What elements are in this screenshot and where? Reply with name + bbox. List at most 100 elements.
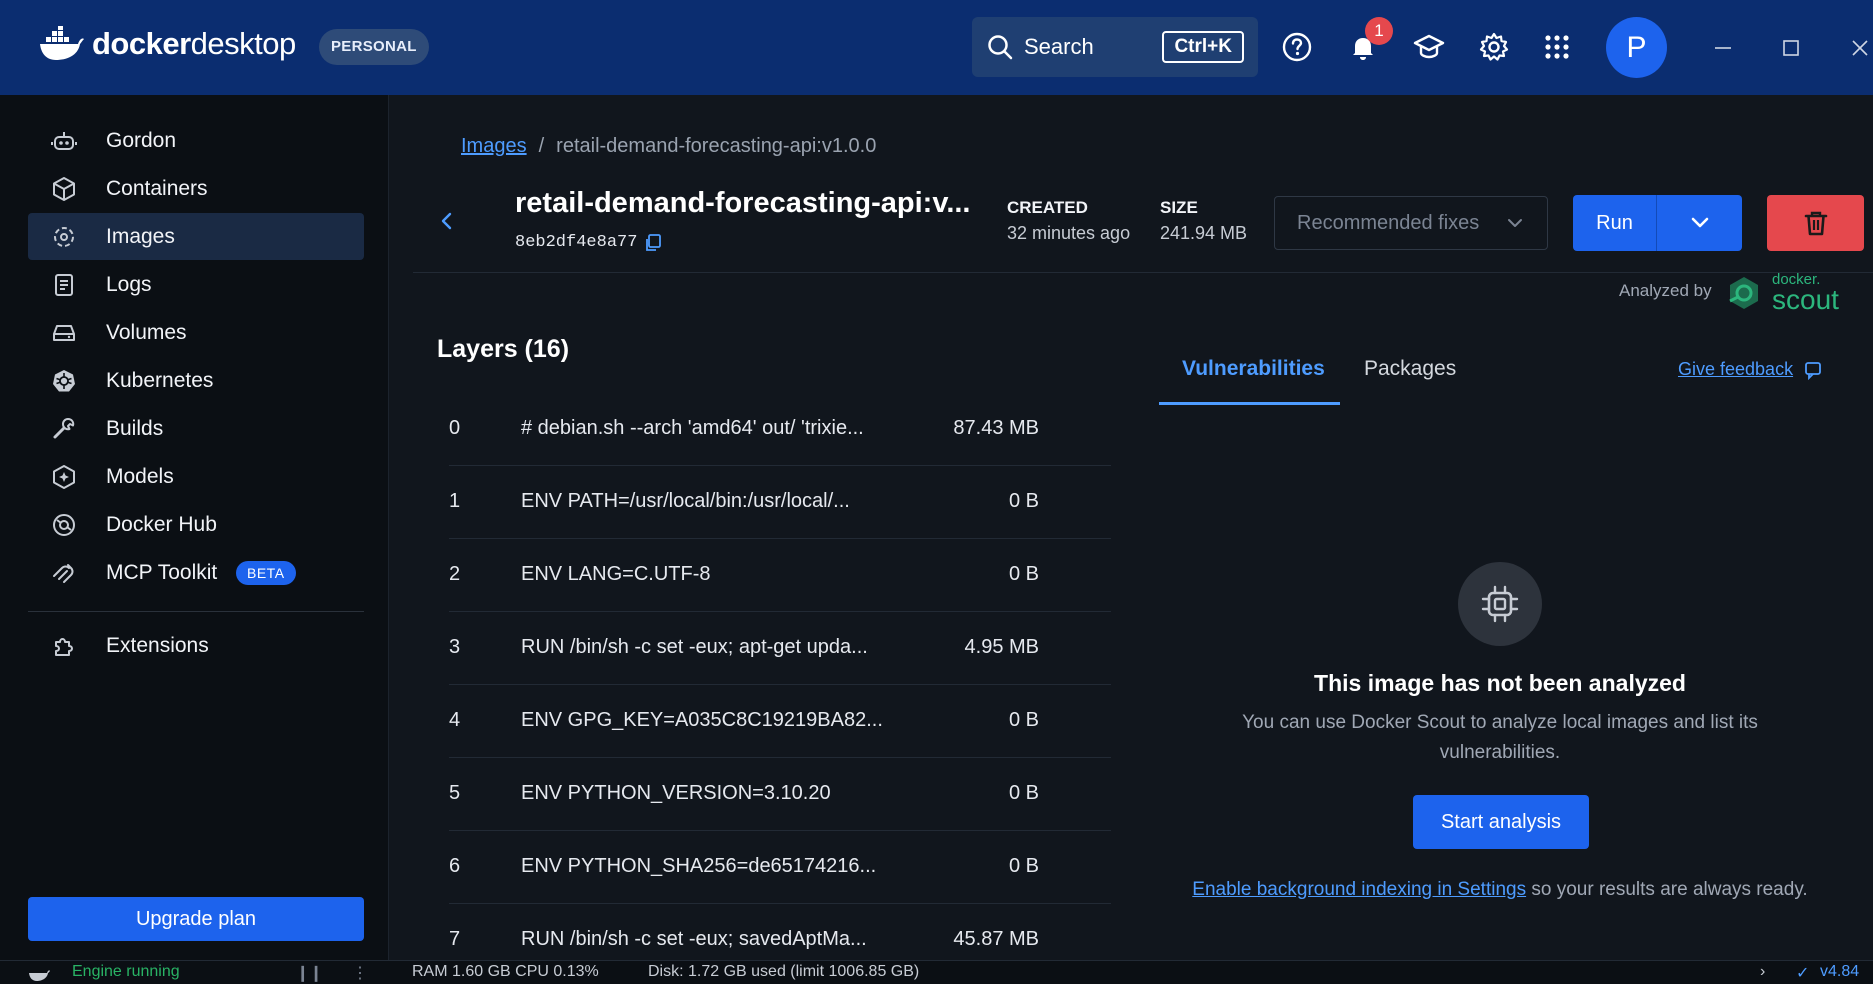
layer-command: ENV LANG=C.UTF-8 [521,563,711,585]
settings-button[interactable] [1475,28,1513,66]
search-icon [988,35,1013,60]
more-options-icon[interactable]: ⋮ [352,963,368,983]
search-bar[interactable]: Search Ctrl+K [972,17,1258,77]
chevron-left-icon[interactable] [433,207,461,235]
layer-index: 3 [449,636,461,658]
layer-size: 0 B [1008,782,1039,804]
layers-title: Layers (16) [437,335,570,363]
layer-command: ENV PATH=/usr/local/bin:/usr/local/... [521,490,850,512]
run-options-button[interactable] [1657,195,1742,251]
chevron-down-icon [1691,217,1708,228]
layer-row[interactable]: 1 ENV PATH=/usr/local/bin:/usr/local/...… [449,466,1111,539]
minimize-icon [1715,47,1731,49]
sidebar-divider [28,611,364,612]
pause-icon[interactable]: ❙❙ [296,963,323,983]
feedback-icon[interactable] [1803,360,1823,380]
edition-badge: PERSONAL [319,29,429,65]
gear-icon [1479,32,1509,61]
layer-size: 0 B [1008,709,1039,731]
close-window-button[interactable] [1840,28,1873,68]
checkmark-icon: ✓ [1796,965,1810,982]
sidebar-item-containers[interactable]: Containers [28,165,364,212]
layer-index: 7 [449,928,461,950]
docker-hub-icon [53,513,75,536]
created-value: 32 minutes ago [1007,223,1131,243]
layer-size: 87.43 MB [953,417,1039,439]
layer-row[interactable]: 3 RUN /bin/sh -c set -eux; apt-get upda.… [449,612,1111,685]
sidebar-item-models[interactable]: Models [28,453,364,500]
engine-status[interactable]: Engine running [72,963,180,981]
image-id: 8eb2df4e8a77 [515,233,638,252]
containers-cube-icon [53,176,75,201]
copy-icon[interactable] [643,233,663,253]
give-feedback-link[interactable]: Give feedback [1678,359,1793,380]
enable-background-indexing-link[interactable]: Enable background indexing in Settings [1192,879,1526,900]
learning-center-button[interactable] [1410,28,1448,66]
sidebar-item-label: Images [106,224,175,248]
notification-count-badge: 1 [1365,17,1393,45]
app-version[interactable]: v4.84 [1820,963,1859,981]
delete-image-button[interactable] [1767,195,1864,251]
layer-row[interactable]: 6 ENV PYTHON_SHA256=de65174216... 0 B [449,831,1111,904]
search-shortcut: Ctrl+K [1162,31,1244,63]
chevron-right-icon[interactable]: › [1760,963,1765,981]
images-icon [54,226,74,247]
user-avatar[interactable]: P [1606,17,1667,78]
sidebar-item-extensions[interactable]: Extensions [28,622,364,669]
breadcrumb-separator: / [538,135,545,157]
breadcrumb-images-link[interactable]: Images [461,135,527,157]
kubernetes-icon [53,369,75,391]
maximize-icon [1783,40,1799,56]
sidebar-item-volumes[interactable]: Volumes [28,309,364,356]
help-button[interactable] [1278,28,1316,66]
image-title: retail-demand-forecasting-api:v... [515,187,971,219]
sidebar-item-builds[interactable]: Builds [28,405,364,452]
apps-button[interactable] [1538,28,1576,66]
sidebar-item-label: Builds [106,416,164,440]
recommended-fixes-dropdown[interactable]: Recommended fixes [1274,196,1548,250]
not-analyzed-icon-wrapper [1458,562,1542,646]
layer-command: ENV PYTHON_SHA256=de65174216... [521,855,877,877]
analyzed-by-label: Analyzed by [1619,281,1712,300]
layer-row[interactable]: 5 ENV PYTHON_VERSION=3.10.20 0 B [449,758,1111,831]
sidebar-item-label: Kubernetes [106,368,214,392]
run-split-button: Run [1573,195,1742,251]
layer-command: RUN /bin/sh -c set -eux; savedAptMa... [521,928,867,950]
tab-vulnerabilities[interactable]: Vulnerabilities [1182,357,1325,381]
size-label: SIZE [1160,198,1198,217]
start-analysis-button[interactable]: Start analysis [1413,795,1589,849]
sidebar-item-kubernetes[interactable]: Kubernetes [28,357,364,404]
recommended-fixes-label: Recommended fixes [1297,211,1480,234]
scout-brand-word: scout [1772,284,1839,315]
sidebar-item-label: Volumes [106,320,187,344]
sidebar-item-docker-hub[interactable]: Docker Hub [28,501,364,548]
logo-text: dockerdesktop [92,26,296,61]
puzzle-icon [55,637,73,656]
app-header: dockerdesktop PERSONAL Search Ctrl+K 1 P [0,0,1873,95]
docker-desktop-logo: dockerdesktop [38,26,296,62]
layer-row[interactable]: 0 # debian.sh --arch 'amd64' out/ 'trixi… [449,393,1111,466]
tab-packages[interactable]: Packages [1364,357,1456,381]
sidebar-item-label: Models [106,464,174,488]
layer-index: 1 [449,490,461,512]
upgrade-plan-button[interactable]: Upgrade plan [28,897,364,941]
sidebar-item-gordon[interactable]: Gordon [28,117,364,164]
sidebar-item-images[interactable]: Images [28,213,364,260]
breadcrumb-current: retail-demand-forecasting-api:v1.0.0 [556,135,877,157]
layer-row[interactable]: 4 ENV GPG_KEY=A035C8C19219BA82... 0 B [449,685,1111,758]
layer-size: 45.87 MB [953,928,1039,950]
minimize-window-button[interactable] [1703,28,1743,68]
maximize-window-button[interactable] [1771,28,1811,68]
active-tab-indicator [1159,402,1340,405]
gordon-robot-icon [51,131,77,150]
layer-index: 0 [449,417,461,439]
sidebar-item-logs[interactable]: Logs [28,261,364,308]
run-button[interactable]: Run [1573,195,1657,251]
wrench-icon [53,417,75,438]
chip-icon [1481,585,1519,623]
layer-row[interactable]: 2 ENV LANG=C.UTF-8 0 B [449,539,1111,612]
logs-icon [55,273,73,296]
background-indexing-note-text: so your results are always ready. [1526,879,1808,900]
chevron-down-icon [1508,219,1522,227]
sidebar-item-mcp-toolkit[interactable]: MCP Toolkit BETA [28,549,364,596]
